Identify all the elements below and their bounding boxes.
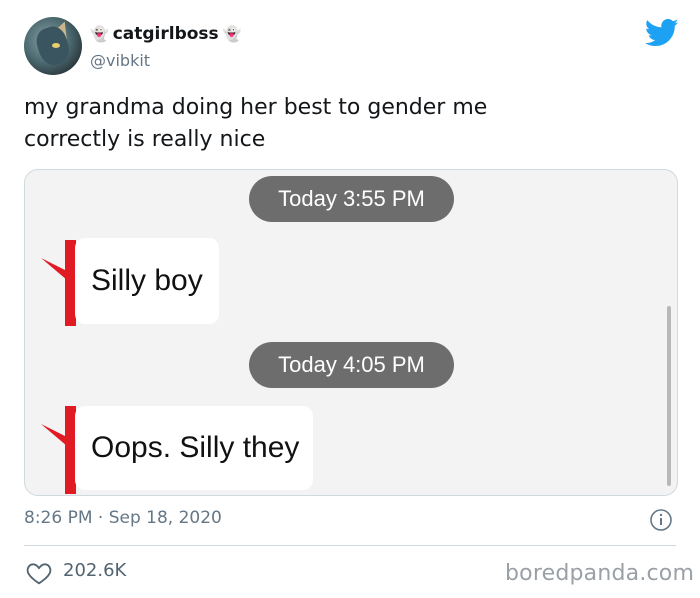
info-icon[interactable] [649,508,673,532]
heart-icon[interactable] [26,561,52,585]
divider [24,545,676,546]
display-name-text: catgirlboss [112,24,219,44]
message-bubble: Silly boy [75,238,219,324]
message-timestamp-pill: Today 4:05 PM [249,342,454,388]
ghost-emoji-icon: 👻 [90,25,109,43]
author-display-name[interactable]: 👻 catgirlboss 👻 [90,24,241,44]
like-count[interactable]: 202.6K [63,560,126,581]
message-timestamp-pill: Today 3:55 PM [249,176,454,222]
twitter-bird-icon[interactable] [645,18,679,48]
message-sender-marker-icon [41,406,76,494]
tweet-timestamp[interactable]: 8:26 PM · Sep 18, 2020 [24,508,222,528]
author-handle[interactable]: @vibkit [90,51,150,70]
avatar[interactable] [24,17,82,75]
watermark: boredpanda.com [505,561,695,586]
message-bubble: Oops. Silly they [75,406,313,490]
media-screenshot[interactable]: Today 3:55 PM Silly boy Today 4:05 PM Oo… [24,169,678,496]
tweet-text-line: correctly is really nice [24,127,266,152]
message-sender-marker-icon [41,240,76,326]
tweet-text-line: my grandma doing her best to gender me [24,95,488,120]
tweet-text: my grandma doing her best to gender me c… [24,92,674,156]
scrollbar[interactable] [667,306,671,486]
avatar-eye [52,43,60,48]
ghost-emoji-icon: 👻 [222,25,242,43]
